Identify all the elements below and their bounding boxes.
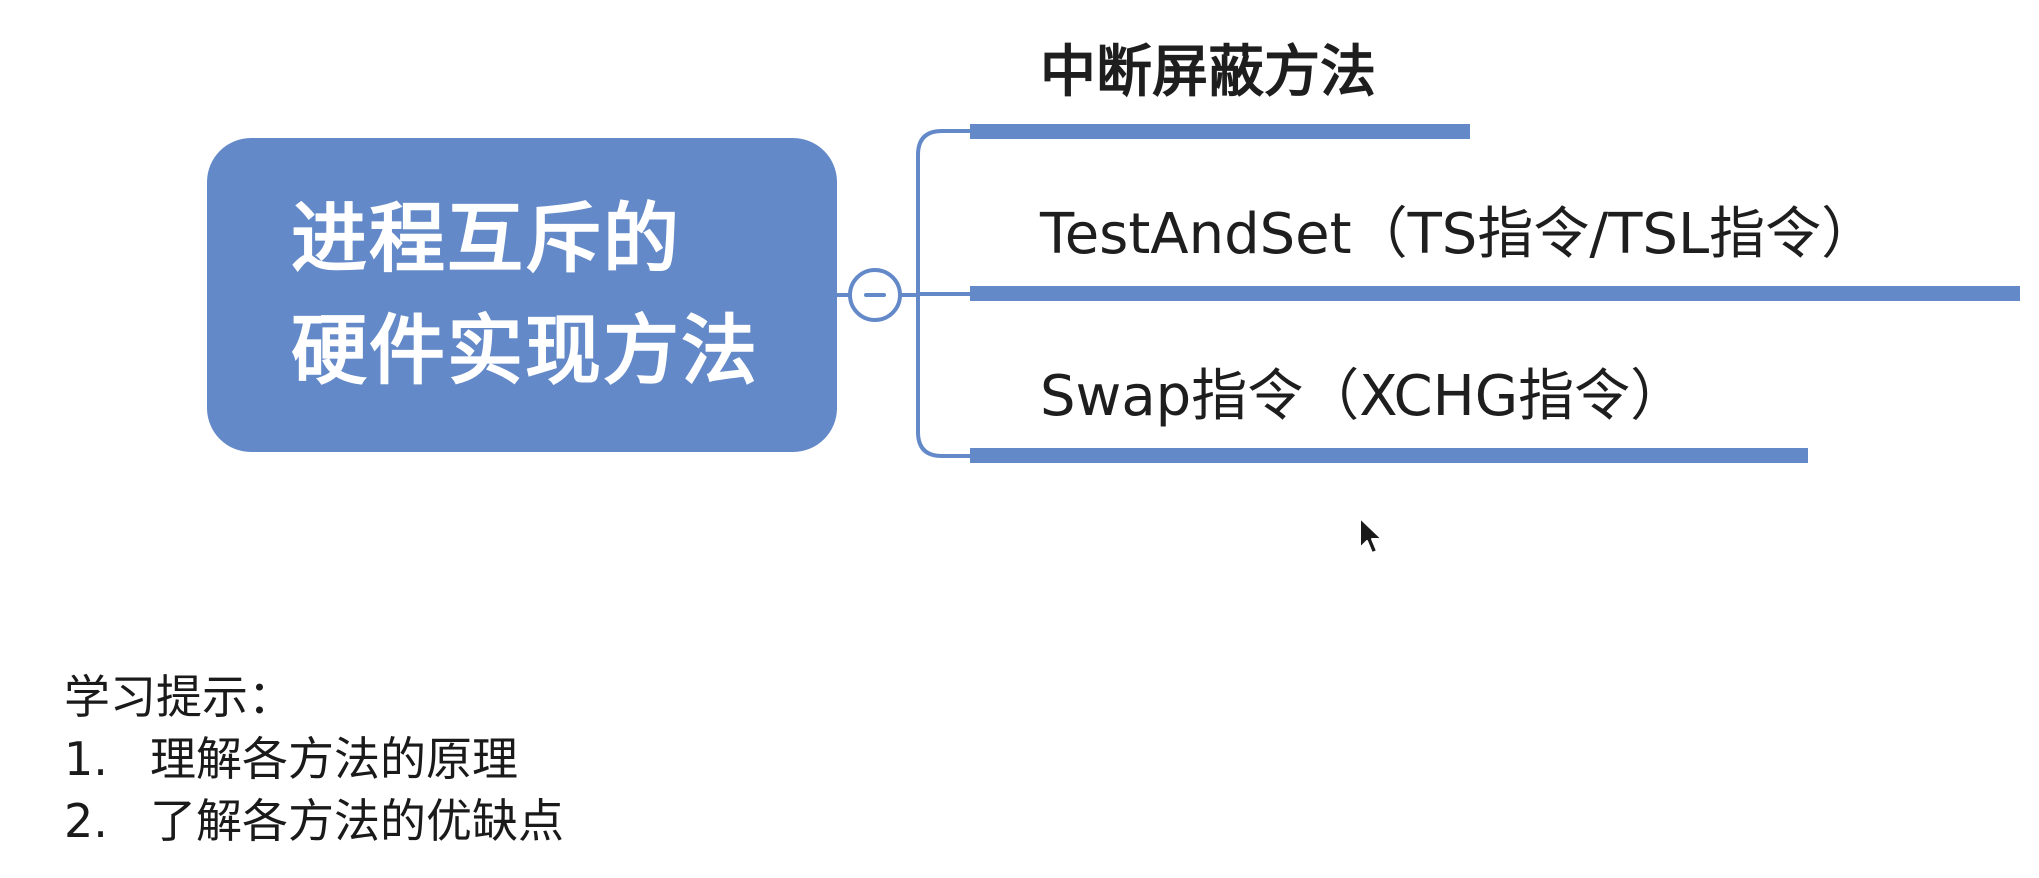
branch-underline-test-and-set [970, 286, 2020, 301]
root-title-line-2: 硬件实现方法 [291, 306, 759, 395]
root-node[interactable]: 进程互斥的 硬件实现方法 [207, 138, 837, 452]
tip-item: 2. 了解各方法的优缺点 [64, 790, 564, 852]
branch-label-swap[interactable]: Swap指令（XCHG指令） [1040, 362, 1686, 432]
tip-text: 理解各方法的原理 [150, 732, 518, 786]
tips-title: 学习提示： [64, 670, 294, 724]
root-title-line-1: 进程互斥的 [291, 194, 681, 283]
branch-underline-interrupt-mask [970, 124, 1470, 139]
branch-label-test-and-set[interactable]: TestAndSet（TS指令/TSL指令） [1040, 200, 1877, 270]
branch-underline-swap [970, 448, 1808, 463]
tip-item: 1. 理解各方法的原理 [64, 728, 564, 790]
tip-number: 1. [64, 732, 108, 786]
study-tips: 学习提示： 1. 理解各方法的原理 2. 了解各方法的优缺点 [64, 666, 564, 852]
tip-text: 了解各方法的优缺点 [150, 794, 564, 848]
tip-number: 2. [64, 794, 108, 848]
mind-map-slide: 进程互斥的 硬件实现方法 中断屏蔽方法 TestAndSet（TS指令/TSL指… [0, 0, 2039, 878]
collapse-minus-icon[interactable] [848, 268, 902, 322]
branch-label-interrupt-mask[interactable]: 中断屏蔽方法 [1040, 38, 1376, 108]
mouse-pointer-icon [1359, 517, 1383, 554]
minus-glyph [864, 293, 886, 297]
